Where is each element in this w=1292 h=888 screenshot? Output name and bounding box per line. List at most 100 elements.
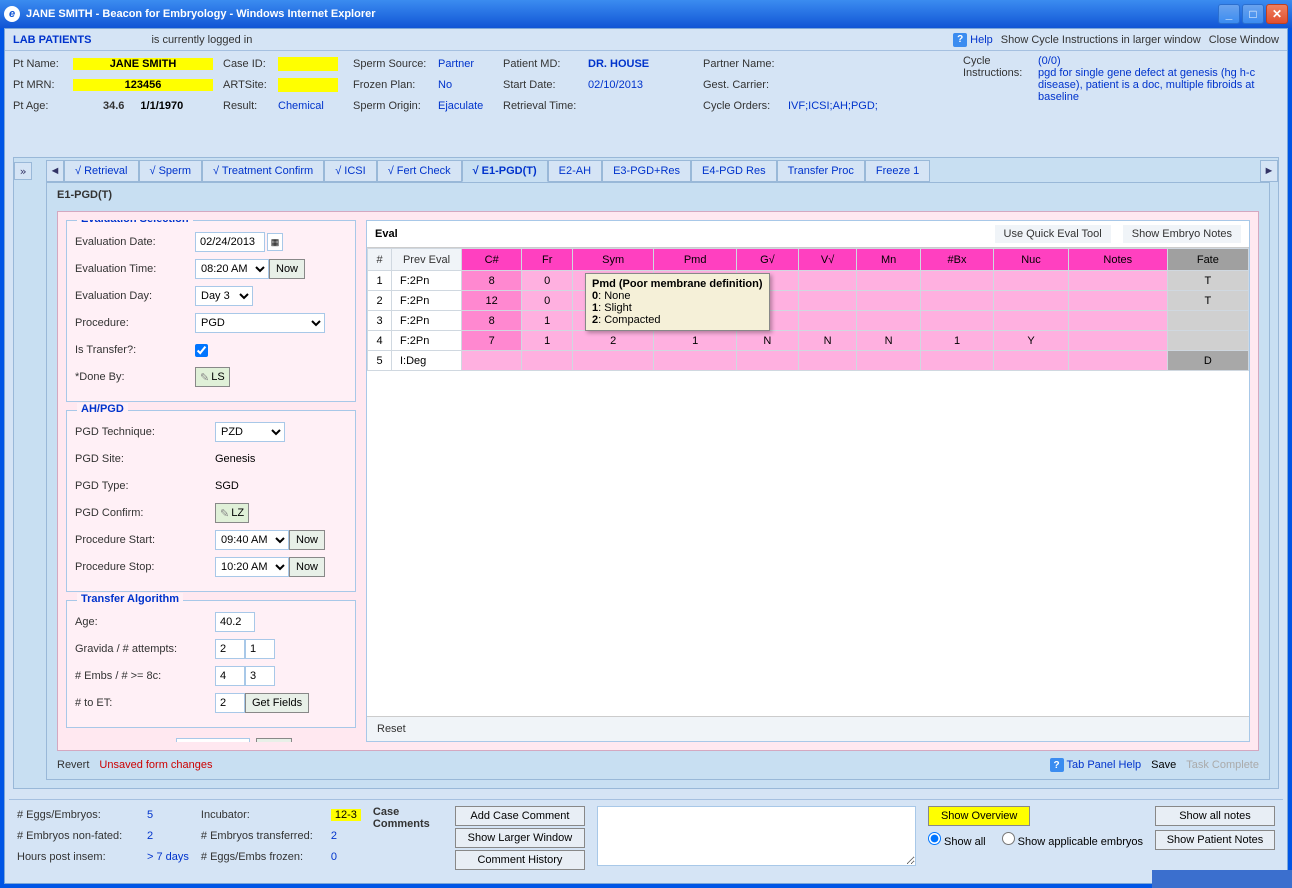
gm2-now[interactable]: Now [256, 738, 292, 742]
tab---e1-pgd-t-[interactable]: √ E1-PGD(T) [462, 160, 548, 182]
col-notes[interactable]: Notes [1068, 249, 1167, 271]
show-larger-window-button[interactable]: Show Larger Window [455, 828, 585, 848]
col-bx[interactable]: #Bx [920, 249, 993, 271]
col-pmd[interactable]: Pmd [654, 249, 737, 271]
start-date-value: 02/10/2013 [588, 79, 643, 91]
ie-icon: e [4, 6, 20, 22]
get-fields-button[interactable]: Get Fields [245, 693, 309, 713]
table-row[interactable]: 4F:2Pn7121NNN1Y [368, 331, 1249, 351]
help-link[interactable]: ?Help [953, 33, 993, 47]
nonfated-label: # Embryos non-fated: [17, 830, 147, 842]
table-row[interactable]: 5I:DegD [368, 351, 1249, 371]
tab---retrieval[interactable]: √ Retrieval [64, 160, 139, 182]
gm2-select[interactable]: 10:25 AM [176, 738, 250, 742]
show-patient-notes-button[interactable]: Show Patient Notes [1155, 830, 1275, 850]
attempts-input[interactable] [245, 639, 275, 659]
pgd-confirm-signature[interactable]: ✎LZ [215, 503, 249, 523]
col-preveval[interactable]: Prev Eval [392, 249, 462, 271]
toet-input[interactable] [215, 693, 245, 713]
quick-eval-link[interactable]: Use Quick Eval Tool [995, 225, 1111, 243]
proc-stop-now[interactable]: Now [289, 557, 325, 577]
tab-e4-pgd-res[interactable]: E4-PGD Res [691, 160, 777, 182]
col-[interactable]: # [368, 249, 392, 271]
col-fate[interactable]: Fate [1167, 249, 1248, 271]
tab---sperm[interactable]: √ Sperm [139, 160, 203, 182]
col-mn[interactable]: Mn [857, 249, 921, 271]
embryo-notes-link[interactable]: Show Embryo Notes [1123, 225, 1241, 243]
tab-transfer-proc[interactable]: Transfer Proc [777, 160, 865, 182]
maximize-button[interactable]: □ [1242, 4, 1264, 24]
tab-e3-pgd-res[interactable]: E3-PGD+Res [602, 160, 691, 182]
ge8c-input[interactable] [245, 666, 275, 686]
cycle-instr-count: (0/0) [1038, 55, 1278, 67]
tab-panel-help[interactable]: ?Tab Panel Help [1050, 758, 1142, 772]
table-row[interactable]: 3F:2Pn8121 [368, 311, 1249, 331]
save-link[interactable]: Save [1151, 759, 1176, 771]
patient-info-strip: Pt Name:JANE SMITH Pt MRN:123456 Pt Age:… [5, 51, 1287, 117]
col-v[interactable]: V√ [798, 249, 857, 271]
cycle-orders-label: Cycle Orders: [703, 100, 788, 112]
tab---icsi[interactable]: √ ICSI [324, 160, 377, 182]
comment-history-button[interactable]: Comment History [455, 850, 585, 870]
tab-e2-ah[interactable]: E2-AH [548, 160, 602, 182]
close-button[interactable]: ✕ [1266, 4, 1288, 24]
proc-stop-select[interactable]: 10:20 AM [215, 557, 289, 577]
task-complete-link[interactable]: Task Complete [1186, 759, 1259, 771]
tab---fert-check[interactable]: √ Fert Check [377, 160, 462, 182]
logged-in-label: is currently logged in [151, 34, 252, 46]
done-by-signature[interactable]: ✎LS [195, 367, 230, 387]
col-c[interactable]: C# [462, 249, 522, 271]
eval-time-now[interactable]: Now [269, 259, 305, 279]
case-comment-textarea[interactable] [597, 806, 916, 866]
case-id-label: Case ID: [223, 58, 278, 70]
embs-input[interactable] [215, 666, 245, 686]
panel-title: Evaluation Selection [77, 220, 193, 225]
patient-md-label: Patient MD: [503, 58, 588, 70]
procedure-select[interactable]: PGD [195, 313, 325, 333]
gravida-input[interactable] [215, 639, 245, 659]
eval-day-select[interactable]: Day 3 [195, 286, 253, 306]
sidebar-expander[interactable]: » [14, 162, 32, 180]
show-applicable-radio[interactable]: Show applicable embryos [1002, 832, 1143, 848]
help-icon: ? [1050, 758, 1064, 772]
sperm-source-label: Sperm Source: [353, 58, 438, 70]
col-sym[interactable]: Sym [573, 249, 654, 271]
pgd-technique-label: PGD Technique: [75, 426, 215, 438]
panel-title: Transfer Algorithm [77, 593, 183, 605]
pmd-tooltip: Pmd (Poor membrane definition) 00: None:… [585, 273, 770, 331]
tab---treatment-confirm[interactable]: √ Treatment Confirm [202, 160, 324, 182]
calendar-icon[interactable]: ▦ [267, 233, 283, 251]
show-cycle-instructions-link[interactable]: Show Cycle Instructions in larger window [1001, 34, 1201, 46]
reset-link[interactable]: Reset [377, 723, 406, 735]
pgd-confirm-label: PGD Confirm: [75, 507, 215, 519]
proc-start-now[interactable]: Now [289, 530, 325, 550]
add-case-comment-button[interactable]: Add Case Comment [455, 806, 585, 826]
lab-patients-label: LAB PATIENTS [13, 34, 91, 46]
show-all-radio[interactable]: Show all [928, 832, 986, 848]
col-fr[interactable]: Fr [522, 249, 573, 271]
eval-time-label: Evaluation Time: [75, 263, 195, 275]
minimize-button[interactable]: _ [1218, 4, 1240, 24]
col-nuc[interactable]: Nuc [994, 249, 1069, 271]
pgd-technique-select[interactable]: PZD [215, 422, 285, 442]
eval-time-select[interactable]: 08:20 AM [195, 259, 269, 279]
result-value: Chemical [278, 100, 324, 112]
revert-link[interactable]: Revert [57, 759, 89, 771]
table-row[interactable]: 1F:2Pn8021T [368, 271, 1249, 291]
eval-date-label: Evaluation Date: [75, 236, 195, 248]
age-input[interactable] [215, 612, 255, 632]
tab-scroll-left[interactable]: ◄ [46, 160, 64, 182]
close-window-link[interactable]: Close Window [1209, 34, 1279, 46]
table-row[interactable]: 2F:2Pn12021T [368, 291, 1249, 311]
cycle-instr-value: pgd for single gene defect at genesis (h… [1038, 67, 1278, 103]
is-transfer-checkbox[interactable] [195, 344, 208, 357]
tab-freeze-1[interactable]: Freeze 1 [865, 160, 930, 182]
show-all-notes-button[interactable]: Show all notes [1155, 806, 1275, 826]
gravida-label: Gravida / # attempts: [75, 643, 215, 655]
proc-start-select[interactable]: 09:40 AM [215, 530, 289, 550]
tab-scroll-right[interactable]: ► [1260, 160, 1278, 182]
eval-date-input[interactable] [195, 232, 265, 252]
col-g[interactable]: G√ [737, 249, 799, 271]
show-overview-button[interactable]: Show Overview [928, 806, 1030, 826]
help-icon: ? [953, 33, 967, 47]
